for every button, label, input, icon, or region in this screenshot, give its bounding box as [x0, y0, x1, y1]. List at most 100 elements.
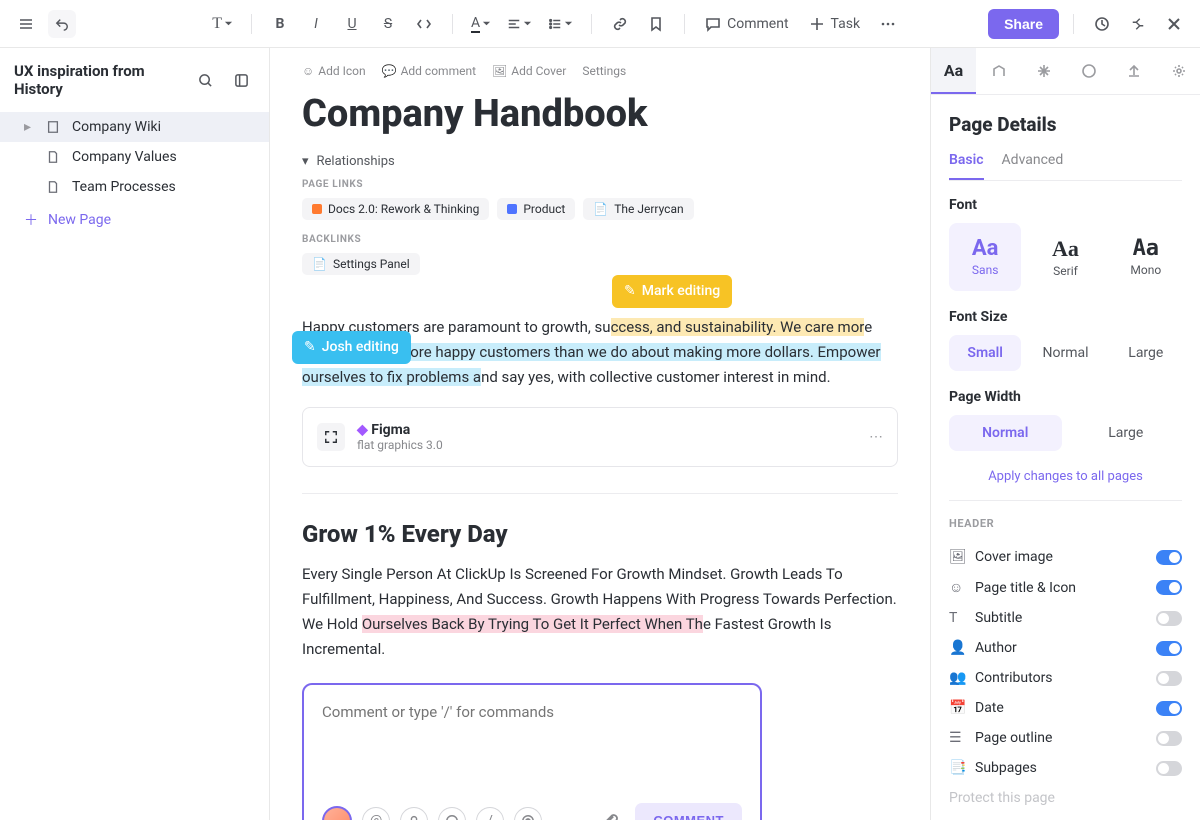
italic-icon[interactable]: I [302, 10, 330, 38]
toggle[interactable] [1156, 731, 1182, 746]
share-button[interactable]: Share [988, 9, 1059, 39]
doc-settings-action[interactable]: Settings [582, 64, 626, 78]
comment-input[interactable] [322, 703, 742, 783]
font-option-sans[interactable]: AaSans [949, 223, 1021, 291]
emoji-icon[interactable] [438, 807, 466, 820]
toggle[interactable] [1156, 580, 1182, 595]
highlight-pink: Ourselves Back By Trying To Get It Perfe… [362, 615, 703, 633]
size-normal[interactable]: Normal [1029, 335, 1101, 371]
add-icon-action[interactable]: ☺ Add Icon [302, 64, 366, 78]
task-label: Task [831, 16, 861, 32]
panel-tab-details[interactable]: Aa [931, 48, 976, 94]
menu-icon[interactable] [12, 10, 40, 38]
comment-submit-button[interactable]: COMMENT [635, 803, 742, 820]
toggle[interactable] [1156, 701, 1182, 716]
add-comment-action[interactable]: 💬 Add comment [382, 64, 476, 78]
page-link-chip[interactable]: 📄The Jerrycan [583, 198, 693, 220]
assign-icon[interactable] [400, 807, 428, 820]
toggle[interactable] [1156, 550, 1182, 565]
new-page-button[interactable]: ＋ New Page [0, 202, 269, 238]
toggle[interactable] [1156, 641, 1182, 656]
sidebar-title: UX inspiration from History [14, 62, 183, 98]
editing-badge-josh: ✎ Josh editing [292, 331, 411, 364]
page-link-chip[interactable]: Docs 2.0: Rework & Thinking [302, 198, 489, 220]
sidebar-item-label: Company Wiki [72, 119, 161, 135]
page-links-label: PAGE LINKS [302, 179, 898, 190]
font-option-mono[interactable]: AaMono [1110, 223, 1182, 291]
comment-button[interactable]: Comment [699, 12, 794, 36]
highlight-yellow: ccess, and sustainability. We care mor [611, 318, 865, 336]
sidebar-item-label: Company Values [72, 149, 177, 165]
text-style-dropdown[interactable]: T [208, 10, 237, 38]
toggle-cover-image: 🖼Cover image [949, 542, 1182, 572]
align-dropdown[interactable] [503, 10, 536, 38]
plus-icon: ＋ [24, 210, 38, 230]
subtab-advanced[interactable]: Advanced [1002, 152, 1064, 180]
relationships-toggle[interactable]: ▾Relationships [302, 154, 898, 169]
underline-icon[interactable]: U [338, 10, 366, 38]
toggle[interactable] [1156, 671, 1182, 686]
bookmark-icon[interactable] [642, 10, 670, 38]
width-label: Page Width [949, 389, 1182, 405]
toggle-subpages: 📑Subpages [949, 753, 1182, 783]
record-icon[interactable] [514, 807, 542, 820]
add-cover-action[interactable]: 🖼 Add Cover [492, 64, 566, 78]
toggle-subtitle: TSubtitle [949, 603, 1182, 633]
panel-tab-ai[interactable] [1021, 48, 1066, 94]
embed-title: ◆ Figma [357, 422, 443, 438]
task-button[interactable]: Task [803, 12, 867, 36]
divider [302, 493, 898, 494]
text-color-dropdown[interactable]: A [467, 10, 495, 38]
outline-icon: ☰ [949, 730, 965, 746]
bold-icon[interactable]: B [266, 10, 294, 38]
slash-icon[interactable]: / [476, 807, 504, 820]
sidebar-item-values[interactable]: Company Values [0, 142, 269, 172]
panel-tab-share[interactable] [1111, 48, 1156, 94]
smile-icon: ☺ [949, 579, 965, 596]
page-link-chip[interactable]: Product [497, 198, 575, 220]
width-large[interactable]: Large [1070, 415, 1183, 451]
mention-icon[interactable]: @ [362, 807, 390, 820]
sidebar-item-wiki[interactable]: ▸ Company Wiki [0, 112, 269, 142]
collapse-sidebar-icon[interactable] [227, 66, 255, 94]
list-dropdown[interactable] [544, 10, 577, 38]
toggle[interactable] [1156, 761, 1182, 776]
font-option-serif[interactable]: AaSerif [1029, 223, 1101, 291]
toggle-contributors: 👥Contributors [949, 663, 1182, 693]
size-small[interactable]: Small [949, 335, 1021, 371]
strikethrough-icon[interactable]: S [374, 10, 402, 38]
users-icon: 👥 [949, 670, 965, 686]
document-icon [46, 180, 62, 194]
panel-tab-comments[interactable] [1066, 48, 1111, 94]
code-icon[interactable] [410, 10, 438, 38]
width-normal[interactable]: Normal [949, 415, 1062, 451]
toggle[interactable] [1156, 611, 1182, 626]
panel-tab-settings[interactable] [1156, 48, 1200, 94]
backlink-chip[interactable]: 📄Settings Panel [302, 253, 420, 275]
apply-all-link[interactable]: Apply changes to all pages [949, 469, 1182, 484]
heading-2[interactable]: Grow 1% Every Day [302, 520, 898, 548]
activity-icon[interactable] [1088, 10, 1116, 38]
expand-icon[interactable] [317, 423, 345, 451]
sidebar-item-processes[interactable]: Team Processes [0, 172, 269, 202]
collapse-icon[interactable] [1124, 10, 1152, 38]
paragraph[interactable]: ✎ Mark editing ✎ Josh editing Happy cust… [302, 315, 898, 389]
undo-icon[interactable] [48, 10, 76, 38]
subtab-basic[interactable]: Basic [949, 152, 984, 180]
paragraph[interactable]: Every Single Person At ClickUp Is Screen… [302, 562, 898, 661]
embed-more-icon[interactable]: ⋯ [869, 429, 883, 445]
link-icon[interactable] [606, 10, 634, 38]
chevron-right-icon: ▸ [24, 119, 36, 135]
font-label: Font [949, 197, 1182, 213]
attachment-icon[interactable] [597, 807, 625, 820]
close-icon[interactable] [1160, 10, 1188, 38]
image-icon: 🖼 [949, 549, 965, 565]
document-title[interactable]: Company Handbook [302, 92, 898, 136]
more-icon[interactable] [874, 10, 902, 38]
panel-tab-activity[interactable] [976, 48, 1021, 94]
calendar-icon: 📅 [949, 700, 965, 716]
figma-embed[interactable]: ◆ Figma flat graphics 3.0 ⋯ [302, 407, 898, 467]
search-icon[interactable] [191, 66, 219, 94]
document-icon: 📄 [593, 202, 608, 216]
size-large[interactable]: Large [1110, 335, 1182, 371]
